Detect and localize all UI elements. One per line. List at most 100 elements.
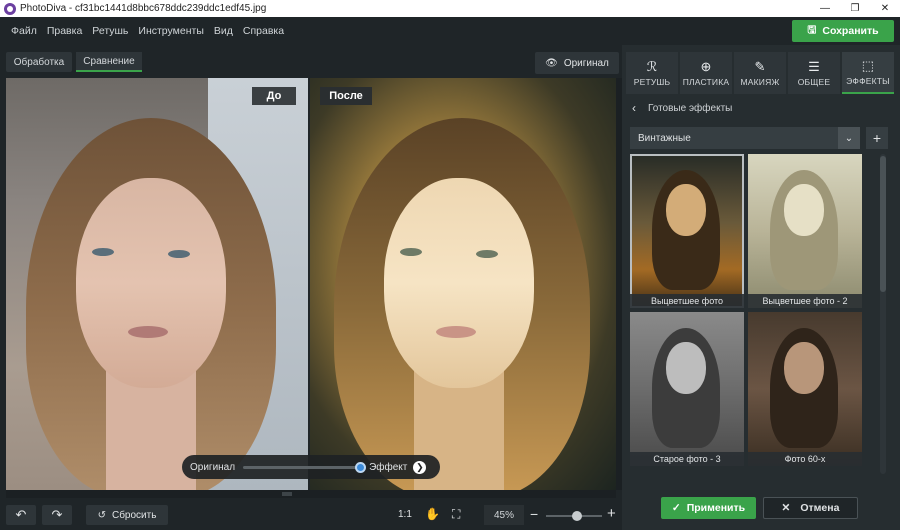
save-button-label: Сохранить: [822, 25, 879, 37]
category-tabs: ℛ РЕТУШЬ ⊕ ПЛАСТИКА ✎ МАКИЯЖ ☰ ОБЩЕЕ ⬚ Э…: [626, 52, 894, 94]
cancel-button-label: Отмена: [800, 502, 840, 514]
face: [76, 178, 226, 388]
undo-button[interactable]: ↶: [6, 505, 36, 525]
slider-effect-label: Эффект: [369, 461, 408, 473]
thumbnail-face: [784, 342, 824, 394]
tab-general[interactable]: ☰ ОБЩЕЕ: [788, 52, 840, 94]
tab-makeup[interactable]: ✎ МАКИЯЖ: [734, 52, 786, 94]
undo-icon: ↶: [15, 507, 27, 522]
maximize-icon[interactable]: ❐: [840, 0, 870, 17]
right-eye: [168, 250, 190, 258]
effects-scrollbar-handle[interactable]: [880, 156, 886, 292]
tab-liquify-label: ПЛАСТИКА: [682, 76, 730, 87]
reset-button[interactable]: ↺ Сбросить: [86, 505, 168, 525]
menu-file[interactable]: Файл: [6, 25, 42, 37]
slider-original-label: Оригинал: [190, 461, 236, 473]
effect-thumbnail[interactable]: Фото 60-х: [748, 312, 862, 466]
reset-icon: ↺: [97, 509, 106, 521]
cancel-button[interactable]: ✕ Отмена: [763, 497, 858, 519]
effect-name: Выцветшее фото: [630, 294, 744, 308]
thumbnail-face: [666, 342, 706, 394]
save-icon: 🖫: [807, 24, 817, 36]
lips: [436, 326, 476, 338]
close-icon: ✕: [781, 502, 791, 514]
zoom-slider-handle[interactable]: [571, 511, 582, 521]
image-canvas[interactable]: До После Оригинал Эффект ❯: [6, 78, 616, 490]
effect-slider-handle[interactable]: [355, 461, 367, 473]
zoom-out-icon[interactable]: −: [530, 506, 538, 522]
minimize-icon[interactable]: —: [810, 0, 840, 17]
effect-slider-track[interactable]: [243, 461, 367, 473]
menu-help[interactable]: Справка: [238, 25, 289, 37]
lips: [128, 326, 168, 338]
effect-thumbnail[interactable]: Выцветшее фото: [630, 154, 744, 308]
tab-compare[interactable]: Сравнение: [76, 52, 142, 72]
after-photo: [310, 78, 616, 490]
chevron-down-icon: ⌄: [838, 127, 860, 149]
title-bar: PhotoDiva - cf31bc1441d8bbc678ddc239ddc1…: [0, 0, 900, 17]
window-title: PhotoDiva - cf31bc1441d8bbc678ddc239ddc1…: [20, 3, 267, 14]
effect-name: Выцветшее фото - 2: [748, 294, 862, 308]
before-label: До: [252, 87, 296, 105]
menu-edit[interactable]: Правка: [42, 25, 87, 37]
thumbnail-face: [784, 184, 824, 236]
menu-view[interactable]: Вид: [209, 25, 238, 37]
view-tabs-row: Обработка Сравнение: [0, 45, 622, 78]
menu-tools[interactable]: Инструменты: [133, 25, 208, 37]
zoom-actual-size-button[interactable]: 1:1: [398, 509, 412, 520]
scrollbar-handle[interactable]: [282, 492, 292, 496]
apply-button-label: Применить: [686, 502, 746, 514]
tab-effects[interactable]: ⬚ ЭФФЕКТЫ: [842, 52, 894, 94]
zoom-value-field[interactable]: 45%: [484, 505, 524, 525]
tab-makeup-label: МАКИЯЖ: [740, 76, 780, 87]
canvas-horizontal-scrollbar[interactable]: [6, 490, 616, 498]
apply-button[interactable]: ✓ Применить: [661, 497, 756, 519]
redo-icon: ↷: [51, 507, 63, 522]
effect-thumbnail[interactable]: Выцветшее фото - 2: [748, 154, 862, 308]
effect-strength-slider: Оригинал Эффект ❯: [182, 455, 440, 479]
before-photo: [6, 78, 308, 490]
chevron-right-icon[interactable]: ❯: [413, 460, 427, 474]
app-logo-icon: [4, 2, 16, 15]
fit-screen-icon[interactable]: ⛶: [452, 507, 460, 522]
left-eye: [92, 248, 114, 256]
tab-liquify[interactable]: ⊕ ПЛАСТИКА: [680, 52, 732, 94]
tab-general-label: ОБЩЕЕ: [797, 76, 831, 87]
panel-section-title: Готовые эффекты: [648, 102, 733, 114]
effects-icon: ⬚: [861, 57, 875, 73]
menu-bar: Файл Правка Ретушь Инструменты Вид Справ…: [0, 17, 900, 45]
effect-name: Старое фото - 3: [630, 452, 744, 466]
show-original-label: Оригинал: [563, 57, 609, 69]
thumbnail-face: [666, 184, 706, 236]
right-eye: [476, 250, 498, 258]
reset-button-label: Сбросить: [111, 509, 157, 521]
effect-thumbnail[interactable]: Старое фото - 3: [630, 312, 744, 466]
retouch-icon: ℛ: [646, 58, 658, 74]
save-button[interactable]: 🖫 Сохранить: [792, 20, 894, 42]
left-eye: [400, 248, 422, 256]
makeup-icon: ✎: [754, 58, 766, 74]
window-controls: — ❐ ✕: [810, 0, 900, 17]
zoom-in-icon[interactable]: +: [607, 505, 616, 522]
add-effect-button[interactable]: +: [866, 127, 888, 149]
close-icon[interactable]: ✕: [870, 0, 900, 17]
panel-header: ‹ Готовые эффекты: [622, 96, 900, 120]
liquify-icon: ⊕: [700, 58, 712, 74]
hand-tool-icon[interactable]: ✋: [425, 507, 440, 521]
after-label: После: [320, 87, 372, 105]
effects-grid: Выцветшее фото Выцветшее фото - 2 Старое…: [630, 154, 862, 466]
show-original-button[interactable]: 👁 Оригинал: [535, 52, 619, 74]
tab-processing[interactable]: Обработка: [6, 52, 72, 72]
tab-retouch[interactable]: ℛ РЕТУШЬ: [626, 52, 678, 94]
menu-retouch[interactable]: Ретушь: [87, 25, 133, 37]
dropdown-value: Винтажные: [638, 132, 691, 144]
effects-category-dropdown[interactable]: Винтажные ⌄: [630, 127, 860, 149]
face: [384, 178, 534, 388]
chevron-left-icon[interactable]: ‹: [632, 101, 636, 115]
tab-retouch-label: РЕТУШЬ: [633, 76, 671, 87]
redo-button[interactable]: ↷: [42, 505, 72, 525]
plus-icon: +: [872, 130, 882, 146]
effect-name: Фото 60-х: [748, 452, 862, 466]
tab-effects-label: ЭФФЕКТЫ: [846, 75, 890, 86]
check-icon: ✓: [671, 502, 681, 514]
